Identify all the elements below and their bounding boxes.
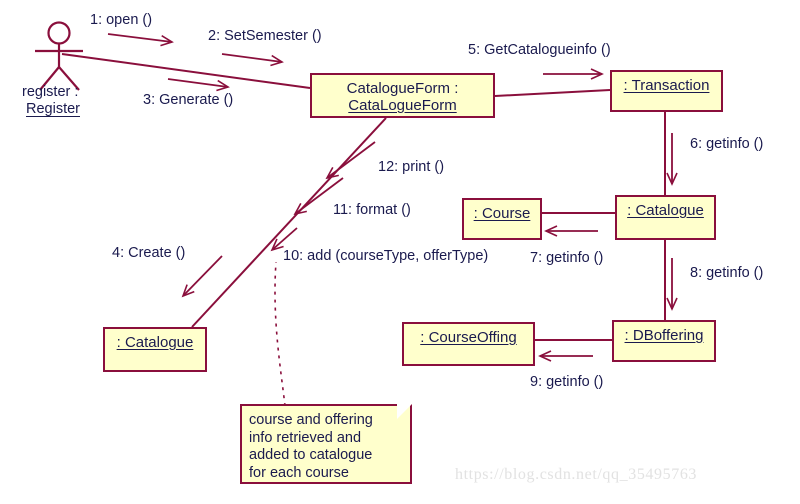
arrow-msg-12 [325,141,376,180]
arrow-msg-4 [181,255,223,298]
arrow-msg-2 [221,53,284,67]
object-catalogue-right-label: : Catalogue [627,202,704,219]
object-courseoffing-label: : CourseOffing [420,329,517,346]
actor-label: register : Register [22,84,80,118]
object-catalogue-left[interactable]: : Catalogue [103,327,207,372]
note-line-2: info retrieved and [249,429,362,446]
note-text: course and offering info retrieved and a… [249,412,403,482]
object-catalogue-right[interactable]: : Catalogue [615,195,716,240]
diagram-canvas: register : Register CatalogueForm : Cata… [0,0,800,504]
message-label-8: 8: getinfo () [690,265,764,281]
object-catalogueform-line1: CatalogueForm : [346,80,459,97]
message-label-3: 3: Generate () [143,92,234,108]
arrow-msg-3 [167,78,230,92]
object-catalogue-left-label: : Catalogue [116,334,194,351]
message-label-2: 2: SetSemester () [208,28,322,44]
message-label-4: 4: Create () [112,245,186,261]
message-label-5: 5: GetCatalogueinfo () [468,42,611,58]
arrow-msg-10 [270,227,298,252]
actor-label-line1: register : [22,84,79,100]
object-course[interactable]: : Course [462,198,542,240]
message-label-7: 7: getinfo () [530,250,604,266]
message-label-6: 6: getinfo () [690,136,764,152]
link-catalogueform-catalogue-left [191,117,387,328]
note-fold-corner [397,404,412,419]
actor-label-line2: Register [26,101,80,117]
link-catalogueform-transaction [494,89,611,97]
message-label-1: 1: open () [90,12,153,28]
note-comment: course and offering info retrieved and a… [240,404,412,484]
object-dboffering[interactable]: : DBoffering [612,320,716,362]
message-label-11: 11: format () [333,202,411,218]
object-transaction[interactable]: : Transaction [610,70,723,112]
arrow-msg-1 [107,33,174,47]
object-course-label: : Course [473,205,531,222]
object-catalogueform-label: CatalogueForm : CataLogueForm [347,80,459,114]
link-actor-catalogueform [61,53,311,89]
object-catalogueform-line2: CataLogueForm [348,97,457,114]
object-catalogueform[interactable]: CatalogueForm : CataLogueForm [310,73,495,118]
note-line-3: added to catalogue [249,447,373,463]
object-transaction-label: : Transaction [623,77,710,94]
message-label-12: 12: print () [378,159,445,175]
object-dboffering-label: : DBoffering [624,327,704,344]
object-courseoffing[interactable]: : CourseOffing [402,322,535,366]
note-anchor-line [274,261,286,407]
message-label-9: 9: getinfo () [530,374,604,390]
note-line-1: course and offering [249,412,373,428]
note-line-4: for each course [249,464,349,481]
watermark-url: https://blog.csdn.net/qq_35495763 [455,466,698,483]
message-label-10: 10: add (courseType, offerType) [283,248,489,264]
